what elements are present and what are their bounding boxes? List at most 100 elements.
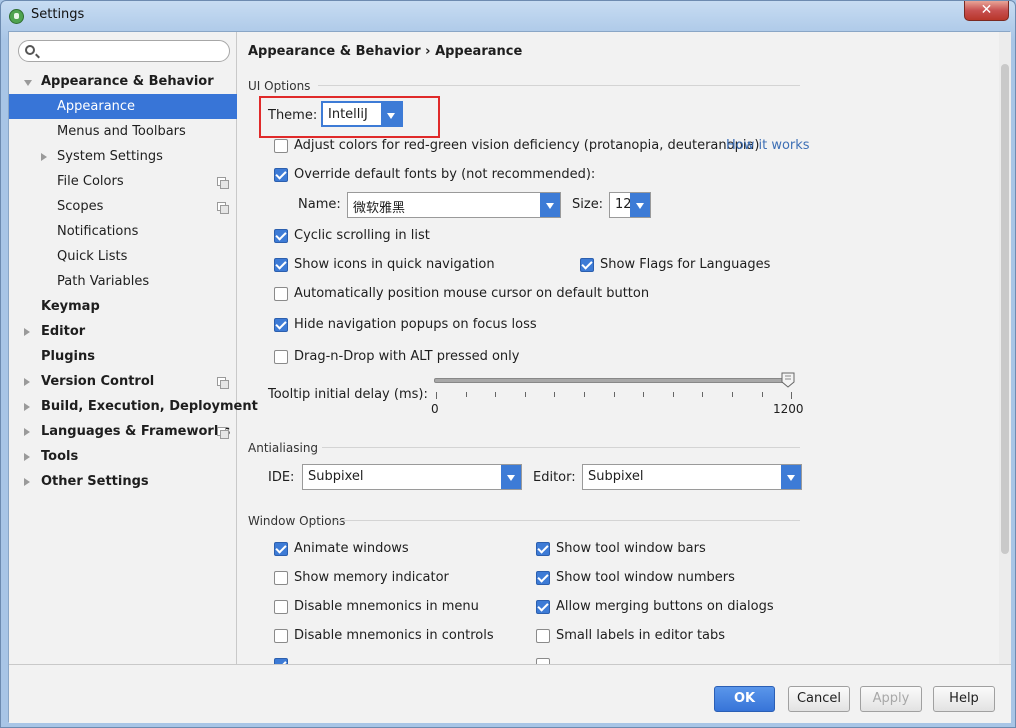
slider-thumb[interactable]: [781, 372, 795, 388]
animate-windows-checkbox[interactable]: [274, 542, 288, 556]
sidebar-item-label: Keymap: [41, 299, 100, 314]
ide-antialiasing-combo[interactable]: Subpixel: [302, 464, 522, 490]
apply-button[interactable]: Apply: [860, 686, 922, 712]
help-button[interactable]: Help: [933, 686, 995, 712]
scrollbar-thumb[interactable]: [1001, 64, 1009, 554]
slider-tick: [732, 392, 733, 397]
chevron-down-icon[interactable]: [501, 465, 521, 489]
breadcrumb: Appearance & Behavior › Appearance: [248, 44, 522, 59]
cyclic-scrolling-label: Cyclic scrolling in list: [294, 228, 430, 243]
sidebar-item-path-variables[interactable]: Path Variables: [9, 269, 237, 294]
sidebar-item-plugins[interactable]: Plugins: [9, 344, 237, 369]
editor-antialiasing-combo[interactable]: Subpixel: [582, 464, 802, 490]
ui-options-title: UI Options: [248, 79, 311, 93]
tooltip-delay-label: Tooltip initial delay (ms):: [268, 387, 428, 402]
chevron-right-icon[interactable]: [24, 453, 30, 461]
sidebar-item-label: Editor: [41, 324, 86, 339]
cyclic-scrolling-checkbox[interactable]: [274, 229, 288, 243]
slider-tick: [643, 392, 645, 397]
antialiasing-title: Antialiasing: [248, 441, 319, 455]
sidebar-item-keymap[interactable]: Keymap: [9, 294, 237, 319]
merging-buttons-checkbox[interactable]: [536, 600, 550, 614]
font-name-value: 微软雅黑: [353, 201, 406, 216]
ok-button[interactable]: OK: [714, 686, 775, 712]
tool-window-bars-checkbox[interactable]: [536, 542, 550, 556]
settings-sidebar: Appearance & Behavior Appearance Menus a…: [9, 32, 258, 664]
editor-antialiasing-value: Subpixel: [588, 469, 644, 484]
chevron-down-icon[interactable]: [24, 80, 32, 86]
override-fonts-checkbox[interactable]: [274, 168, 288, 182]
small-labels-checkbox[interactable]: [536, 629, 550, 643]
sidebar-item-label: Path Variables: [57, 274, 150, 289]
sidebar-item-build[interactable]: Build, Execution, Deployment: [9, 394, 258, 419]
mnemonics-controls-checkbox[interactable]: [274, 629, 288, 643]
how-it-works-link[interactable]: How it works: [726, 138, 810, 153]
sidebar-item-menus-toolbars[interactable]: Menus and Toolbars: [9, 119, 237, 144]
sidebar-item-editor[interactable]: Editor: [9, 319, 237, 344]
tool-window-numbers-label: Show tool window numbers: [556, 570, 735, 585]
search-input[interactable]: [41, 43, 221, 59]
chevron-right-icon[interactable]: [24, 378, 30, 386]
font-name-label: Name:: [298, 197, 341, 212]
breadcrumb-current: Appearance: [435, 44, 523, 59]
section-divider: [318, 85, 800, 86]
memory-indicator-checkbox[interactable]: [274, 571, 288, 585]
sidebar-item-label: Appearance: [57, 99, 136, 114]
chevron-right-icon[interactable]: [41, 153, 47, 161]
show-flags-checkbox[interactable]: [580, 258, 594, 272]
tool-window-numbers-checkbox[interactable]: [536, 571, 550, 585]
chevron-right-icon[interactable]: [24, 478, 30, 486]
close-button[interactable]: ✕: [964, 1, 1009, 21]
chevron-right-icon[interactable]: [24, 428, 30, 436]
adjust-colors-label: Adjust colors for red-green vision defic…: [294, 138, 760, 153]
chevron-down-icon[interactable]: [781, 465, 801, 489]
sidebar-item-tools[interactable]: Tools: [9, 444, 237, 469]
title-bar[interactable]: Settings ✕: [1, 1, 1015, 31]
project-scope-icon: [217, 202, 229, 214]
auto-position-label: Automatically position mouse cursor on d…: [294, 286, 650, 301]
project-scope-icon: [217, 377, 229, 389]
sidebar-item-label: Menus and Toolbars: [57, 124, 186, 139]
sidebar-item-label: Version Control: [41, 374, 155, 389]
slider-max-label: 1200: [773, 402, 804, 416]
slider-tick: [702, 392, 704, 397]
sidebar-item-languages[interactable]: Languages & Frameworks: [9, 419, 237, 444]
sidebar-item-other-settings[interactable]: Other Settings: [9, 469, 237, 494]
editor-label: Editor:: [533, 470, 576, 485]
chevron-down-icon[interactable]: [540, 193, 560, 217]
chevron-right-icon[interactable]: [24, 403, 30, 411]
font-name-combo[interactable]: 微软雅黑: [347, 192, 561, 218]
auto-position-checkbox[interactable]: [274, 287, 288, 301]
override-fonts-label: Override default fonts by (not recommend…: [294, 167, 596, 182]
sidebar-item-quick-lists[interactable]: Quick Lists: [9, 244, 237, 269]
sidebar-item-label: File Colors: [57, 174, 124, 189]
sidebar-item-system-settings[interactable]: System Settings: [9, 144, 237, 169]
dialog-body: Appearance & Behavior Appearance Menus a…: [8, 31, 1011, 723]
chevron-right-icon[interactable]: [24, 328, 30, 336]
sidebar-item-label: Build, Execution, Deployment: [41, 399, 258, 414]
hide-popups-checkbox[interactable]: [274, 318, 288, 332]
sidebar-item-appearance-behavior[interactable]: Appearance & Behavior: [9, 69, 237, 94]
slider-tick: [791, 392, 793, 399]
cancel-button[interactable]: Cancel: [788, 686, 850, 712]
sidebar-item-file-colors[interactable]: File Colors: [9, 169, 237, 194]
sidebar-item-notifications[interactable]: Notifications: [9, 219, 237, 244]
mnemonics-controls-label: Disable mnemonics in controls: [294, 628, 494, 643]
small-labels-label: Small labels in editor tabs: [556, 628, 726, 643]
search-field[interactable]: [18, 40, 230, 62]
slider-tick: [524, 392, 526, 397]
sidebar-item-appearance[interactable]: Appearance: [9, 94, 237, 119]
show-icons-checkbox[interactable]: [274, 258, 288, 272]
drag-drop-checkbox[interactable]: [274, 350, 288, 364]
chevron-down-icon[interactable]: [630, 193, 650, 217]
drag-drop-label: Drag-n-Drop with ALT pressed only: [294, 349, 520, 364]
adjust-colors-checkbox[interactable]: [274, 139, 288, 153]
sidebar-item-scopes[interactable]: Scopes: [9, 194, 237, 219]
sidebar-item-version-control[interactable]: Version Control: [9, 369, 237, 394]
hide-popups-label: Hide navigation popups on focus loss: [294, 317, 537, 332]
vertical-scrollbar[interactable]: [999, 32, 1011, 664]
font-size-combo[interactable]: 12: [609, 192, 651, 218]
mnemonics-menu-checkbox[interactable]: [274, 600, 288, 614]
slider-tick: [465, 392, 467, 397]
tooltip-delay-slider[interactable]: [434, 378, 790, 383]
